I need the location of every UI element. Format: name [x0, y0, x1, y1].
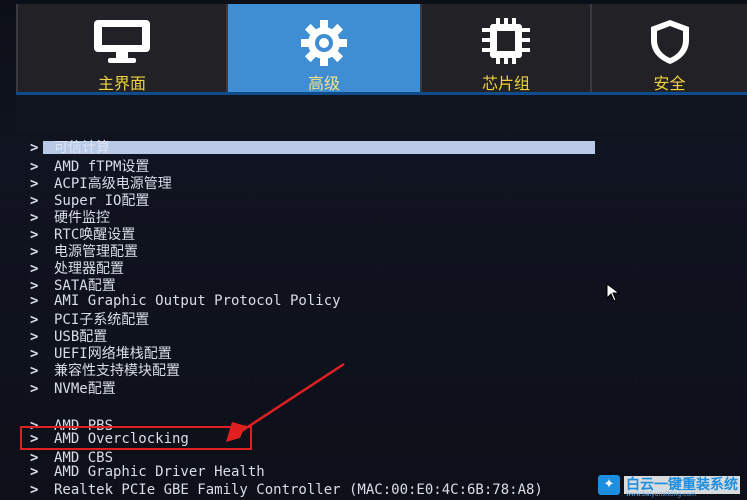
menu-item-csm[interactable]: > 兼容性支持模块配置 [30, 363, 180, 380]
menu-item-uefi-network[interactable]: > UEFI网络堆栈配置 [30, 346, 172, 363]
menu-item-label: UEFI网络堆栈配置 [54, 346, 172, 362]
menu-item-trusted-computing[interactable]: > 可信计算 [30, 140, 110, 157]
submenu-arrow-icon: > [30, 363, 39, 379]
submenu-arrow-icon: > [30, 293, 39, 309]
menu-item-super-io[interactable]: > Super IO配置 [30, 193, 149, 210]
tab-security[interactable]: 安全 [590, 4, 747, 93]
menu-item-label: 兼容性支持模块配置 [54, 363, 180, 379]
tab-advanced-label: 高级 [307, 74, 340, 93]
menu-item-label: 可信计算 [54, 140, 110, 156]
sub-header-bar [16, 95, 747, 131]
menu-item-amd-ftpm[interactable]: > AMD fTPM设置 [30, 159, 149, 176]
menu-item-nvme[interactable]: > NVMe配置 [30, 381, 116, 398]
submenu-arrow-icon: > [30, 312, 39, 328]
menu-item-label: AMI Graphic Output Protocol Policy [54, 293, 341, 309]
submenu-arrow-icon: > [30, 140, 39, 156]
menu-item-label: PCI子系统配置 [54, 312, 150, 328]
annotation-arrow-icon [226, 362, 345, 442]
menu-item-label: 电源管理配置 [54, 244, 138, 260]
submenu-arrow-icon: > [30, 244, 39, 260]
bios-screen: 主界面 高级 芯片组 安全 > 可信计算 > AMD fTPM设置 > ACPI… [0, 0, 747, 500]
tab-main[interactable]: 主界面 [16, 4, 226, 93]
menu-item-power-management[interactable]: > 电源管理配置 [30, 244, 138, 261]
menu-item-label: NVMe配置 [54, 381, 116, 397]
menu-item-rtc-wake[interactable]: > RTC唤醒设置 [30, 227, 135, 244]
menu-item-realtek-nic[interactable]: > Realtek PCIe GBE Family Controller (MAC… [30, 482, 543, 499]
submenu-arrow-icon: > [30, 482, 39, 498]
submenu-arrow-icon: > [30, 159, 39, 175]
menu-item-pci[interactable]: > PCI子系统配置 [30, 312, 149, 329]
menu-item-usb[interactable]: > USB配置 [30, 329, 107, 346]
mouse-cursor-icon [606, 283, 621, 302]
menu-item-label: ACPI高级电源管理 [54, 176, 172, 192]
tab-chipset-label: 芯片组 [481, 74, 530, 93]
tab-advanced[interactable]: 高级 [226, 4, 420, 93]
submenu-arrow-icon: > [30, 227, 39, 243]
menu-item-acpi[interactable]: > ACPI高级电源管理 [30, 176, 172, 193]
annotation-highlight-box [20, 426, 252, 450]
submenu-arrow-icon: > [30, 346, 39, 362]
submenu-arrow-icon: > [30, 261, 39, 277]
menu-item-label: RTC唤醒设置 [54, 227, 136, 243]
chip-icon [480, 18, 532, 68]
tab-main-label: 主界面 [97, 74, 146, 93]
submenu-arrow-icon: > [30, 381, 39, 397]
menu-item-label: 处理器配置 [54, 261, 124, 277]
menu-item-processor[interactable]: > 处理器配置 [30, 261, 124, 278]
menu-item-label: USB配置 [54, 329, 108, 345]
menu-item-label: 硬件监控 [54, 210, 110, 226]
top-tab-bar: 主界面 高级 芯片组 安全 [16, 4, 747, 95]
menu-item-label: AMD fTPM设置 [54, 159, 150, 175]
gear-icon [299, 18, 349, 72]
menu-item-label: Realtek PCIe GBE Family Controller (MAC:… [54, 482, 543, 498]
submenu-arrow-icon: > [30, 193, 39, 209]
tab-security-label: 安全 [653, 74, 686, 93]
submenu-arrow-icon: > [30, 210, 39, 226]
submenu-arrow-icon: > [30, 176, 39, 192]
submenu-arrow-icon: > [30, 464, 39, 480]
submenu-arrow-icon: > [30, 329, 39, 345]
menu-item-label: AMD Graphic Driver Health [54, 464, 265, 480]
bird-icon: ✦ [598, 475, 620, 495]
menu-item-amd-graphic-driver-health[interactable]: > AMD Graphic Driver Health [30, 464, 265, 481]
shield-icon [648, 18, 692, 70]
watermark-url: www.baiyunxitong.com [626, 491, 696, 498]
menu-item-hardware-monitor[interactable]: > 硬件监控 [30, 210, 110, 227]
tab-chipset[interactable]: 芯片组 [420, 4, 590, 93]
menu-item-label: Super IO配置 [54, 193, 150, 209]
selection-highlight [43, 141, 595, 154]
monitor-icon [92, 18, 152, 68]
menu-item-ami-gop[interactable]: > AMI Graphic Output Protocol Policy [30, 293, 341, 310]
